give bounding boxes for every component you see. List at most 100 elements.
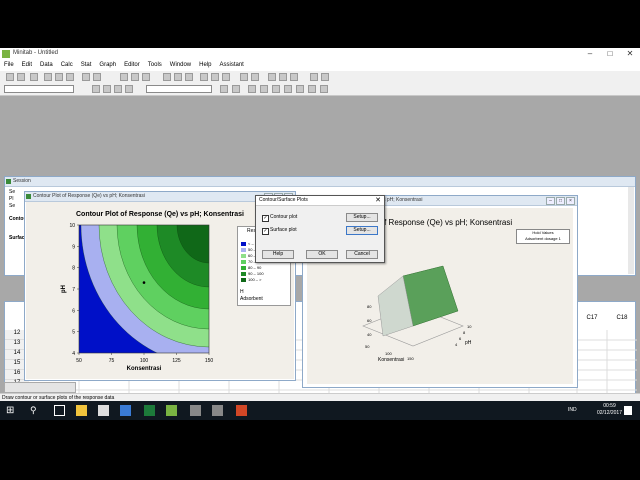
menu-file[interactable]: File xyxy=(0,60,18,71)
menu-editor[interactable]: Editor xyxy=(120,60,144,71)
minimize-icon[interactable]: – xyxy=(580,48,600,60)
file-explorer-icon[interactable] xyxy=(76,405,87,416)
contour-plot-checkbox[interactable]: ✓ xyxy=(262,215,269,222)
maximize-icon[interactable]: □ xyxy=(600,48,620,60)
y-tick-label: 7 xyxy=(72,287,75,293)
contour-setup-button[interactable]: Setup... xyxy=(346,213,378,222)
notification-icon[interactable] xyxy=(624,406,632,415)
update-graph-icon[interactable] xyxy=(268,73,276,81)
session-window-icon[interactable] xyxy=(200,73,208,81)
taskbar-clock[interactable]: 00:59 02/12/2017 xyxy=(597,403,622,417)
dialog-close-icon[interactable]: ✕ xyxy=(375,196,381,205)
move-icon[interactable] xyxy=(142,73,150,81)
line-tool-icon[interactable] xyxy=(296,85,304,93)
mail-icon[interactable] xyxy=(98,405,109,416)
help-icon[interactable] xyxy=(174,73,182,81)
cancel-button[interactable]: Cancel xyxy=(346,250,378,259)
delete-icon[interactable] xyxy=(220,85,228,93)
menu-edit[interactable]: Edit xyxy=(18,60,36,71)
surface-y-tick: 8 xyxy=(463,330,466,335)
window-close-icon[interactable]: × xyxy=(566,197,575,205)
column-header-c17[interactable]: C17 xyxy=(577,315,607,321)
contour-chart: 50 75 100 125 150 4 5 6 7 8 9 10 Konsentrasi pH xyxy=(61,223,213,372)
minitab-app-icon xyxy=(2,50,10,58)
store-icon[interactable] xyxy=(120,405,131,416)
dialog-title: Contour/Surface Plots xyxy=(256,196,384,206)
close-icon[interactable]: ✕ xyxy=(620,48,640,60)
minitab-taskbar-icon[interactable] xyxy=(166,405,177,416)
marker-tool-icon[interactable] xyxy=(308,85,316,93)
column-header-c18[interactable]: C18 xyxy=(607,315,637,321)
cut-icon[interactable] xyxy=(44,73,52,81)
minimized-window-bar[interactable] xyxy=(4,382,76,393)
menu-assistant[interactable]: Assistant xyxy=(215,60,247,71)
session-title: Session xyxy=(5,177,635,187)
surface-setup-button[interactable]: Setup... xyxy=(346,226,378,235)
menu-calc[interactable]: Calc xyxy=(57,60,77,71)
select-icon[interactable] xyxy=(92,85,100,93)
insert-col-icon[interactable] xyxy=(131,73,139,81)
rectangle-tool-icon[interactable] xyxy=(272,85,280,93)
worksheet-icon[interactable] xyxy=(211,73,219,81)
surface-plot-checkbox[interactable]: ✓ xyxy=(262,228,269,235)
plus-icon[interactable] xyxy=(103,85,111,93)
menu-window[interactable]: Window xyxy=(166,60,195,71)
text-tool-icon[interactable] xyxy=(260,85,268,93)
legend-label: 80 – 90 xyxy=(248,265,262,270)
open-icon[interactable] xyxy=(6,73,14,81)
surface-z-tick: 40 xyxy=(367,332,372,337)
surface-x-tick: 150 xyxy=(407,356,414,361)
project-manager-icon[interactable] xyxy=(222,73,230,81)
brush-tool-icon[interactable] xyxy=(125,85,133,93)
legend-swatch xyxy=(241,271,246,276)
save-icon[interactable] xyxy=(17,73,25,81)
window-minimize-icon[interactable]: – xyxy=(546,197,555,205)
app-screen: Minitab - Untitled – □ ✕ File Edit Data Cal… xyxy=(0,48,640,420)
ellipse-tool-icon[interactable] xyxy=(284,85,292,93)
y-tick-label: 5 xyxy=(72,330,75,336)
excel-icon[interactable] xyxy=(144,405,155,416)
task-view-icon[interactable] xyxy=(54,405,65,416)
surface-z-tick: 80 xyxy=(367,304,372,309)
zoom-icon[interactable] xyxy=(232,85,240,93)
paste-icon[interactable] xyxy=(66,73,74,81)
window-maximize-icon[interactable]: □ xyxy=(556,197,565,205)
search-icon[interactable]: ⚲ xyxy=(30,405,41,416)
copy-icon[interactable] xyxy=(55,73,63,81)
menu-graph[interactable]: Graph xyxy=(95,60,120,71)
app-icon-a[interactable] xyxy=(190,405,201,416)
redo-icon[interactable] xyxy=(93,73,101,81)
size-combo[interactable] xyxy=(146,85,212,93)
language-indicator[interactable]: IND xyxy=(568,407,577,413)
menu-help[interactable]: Help xyxy=(195,60,215,71)
settings-icon[interactable] xyxy=(321,73,329,81)
hold-values-box: Hold Values Adsorbent dosage 1 xyxy=(516,229,570,244)
polygon-tool-icon[interactable] xyxy=(320,85,328,93)
menu-stat[interactable]: Stat xyxy=(77,60,96,71)
graph-icon[interactable] xyxy=(240,73,248,81)
stop-icon[interactable] xyxy=(163,73,171,81)
windows-start-icon[interactable]: ⊞ xyxy=(6,405,17,416)
assistant-icon[interactable] xyxy=(185,73,193,81)
ok-button[interactable]: OK xyxy=(306,250,338,259)
brush-icon[interactable] xyxy=(310,73,318,81)
undo-icon[interactable] xyxy=(82,73,90,81)
menu-tools[interactable]: Tools xyxy=(144,60,166,71)
legend-item: 100 – > xyxy=(241,277,287,283)
crosshair-icon[interactable] xyxy=(114,85,122,93)
x-tick-label: 75 xyxy=(109,358,115,364)
font-combo[interactable] xyxy=(4,85,74,93)
tile-icon[interactable] xyxy=(279,73,287,81)
chart-icon[interactable] xyxy=(251,73,259,81)
powerpoint-icon[interactable] xyxy=(236,405,247,416)
pointer-icon[interactable] xyxy=(248,85,256,93)
menu-data[interactable]: Data xyxy=(36,60,57,71)
app-icon-b[interactable] xyxy=(212,405,223,416)
session-scrollbar[interactable] xyxy=(628,187,634,274)
insert-row-icon[interactable] xyxy=(120,73,128,81)
y-tick-label: 10 xyxy=(69,223,75,229)
cascade-icon[interactable] xyxy=(290,73,298,81)
legend-swatch xyxy=(241,247,246,252)
help-button[interactable]: Help xyxy=(262,250,294,259)
print-icon[interactable] xyxy=(30,73,38,81)
